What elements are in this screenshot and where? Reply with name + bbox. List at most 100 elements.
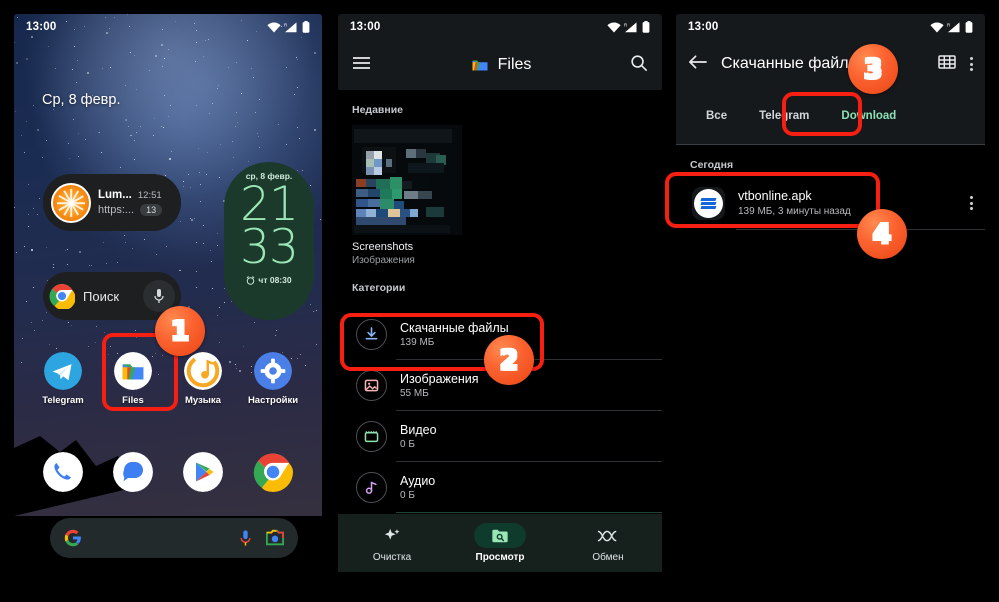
bottom-nav-clean[interactable]: Очистка bbox=[338, 523, 446, 563]
bottom-nav-share[interactable]: Обмен bbox=[554, 523, 662, 563]
grid-view-icon[interactable] bbox=[938, 54, 956, 75]
telegram-icon bbox=[44, 352, 82, 390]
battery-icon bbox=[965, 21, 973, 33]
file-text: vtbonline.apk 139 МБ, 3 минуты назад bbox=[738, 189, 957, 217]
more-vertical-icon[interactable] bbox=[970, 196, 973, 210]
dock-phone[interactable] bbox=[28, 452, 98, 492]
status-time: 13:00 bbox=[688, 21, 719, 33]
dock-play-store[interactable] bbox=[168, 452, 238, 492]
app-label: Настройки bbox=[247, 395, 299, 406]
dock-messages[interactable] bbox=[98, 452, 168, 492]
svg-text:R: R bbox=[624, 22, 627, 27]
phone-screen-homescreen: 13:00 R Ср, 8 февр. Lum... 12:51 https:.… bbox=[14, 14, 322, 588]
apk-vtb-icon bbox=[692, 186, 725, 220]
category-text: Аудио 0 Б bbox=[400, 474, 435, 501]
status-time: 13:00 bbox=[350, 21, 381, 33]
battery-icon bbox=[302, 21, 310, 33]
files-icon bbox=[114, 352, 152, 390]
bottom-nav-label: Просмотр bbox=[475, 552, 525, 563]
chrome-icon bbox=[49, 284, 75, 309]
play-store-icon bbox=[183, 452, 223, 492]
signal-roaming-icon: R bbox=[284, 21, 297, 32]
battery-icon bbox=[642, 21, 650, 33]
divider bbox=[396, 512, 662, 513]
category-text: Видео 0 Б bbox=[400, 423, 437, 450]
image-icon bbox=[356, 369, 387, 401]
music-icon bbox=[184, 352, 222, 390]
bottom-nav-browse[interactable]: Просмотр bbox=[446, 523, 554, 563]
signal-roaming-icon: R bbox=[947, 21, 960, 32]
svg-text:R: R bbox=[284, 22, 287, 27]
callout-badge-4: 4 bbox=[857, 209, 907, 259]
browse-folder-icon bbox=[474, 523, 526, 548]
bottom-nav-label: Очистка bbox=[372, 552, 412, 563]
recent-section-header: Недавние bbox=[352, 104, 404, 116]
app-settings[interactable]: Настройки bbox=[238, 352, 308, 406]
chrome-search-widget[interactable]: Поиск bbox=[43, 272, 181, 320]
file-row-vtbonline-apk[interactable]: vtbonline.apk 139 МБ, 3 минуты назад bbox=[676, 177, 985, 229]
video-icon bbox=[356, 420, 387, 452]
status-bar: 13:00 R bbox=[14, 14, 322, 40]
downloads-body: Сегодня vtbonline.apk 139 МБ, 3 минуты н… bbox=[676, 145, 985, 588]
chrome-icon bbox=[253, 452, 293, 492]
files-title: Files bbox=[497, 56, 532, 73]
tab-all[interactable]: Все bbox=[690, 102, 743, 130]
phone-icon bbox=[43, 452, 83, 492]
files-bottom-nav: Очистка Просмотр Обмен bbox=[338, 514, 662, 572]
wifi-icon bbox=[267, 22, 281, 32]
tab-telegram[interactable]: Telegram bbox=[743, 102, 825, 130]
signal-roaming-icon: R bbox=[624, 21, 637, 32]
app-telegram[interactable]: Telegram bbox=[28, 352, 98, 406]
category-label: Аудио bbox=[400, 473, 436, 488]
callout-badge-2: 2 bbox=[484, 335, 534, 385]
app-files[interactable]: Files bbox=[98, 352, 168, 406]
category-text: Изображения 55 МБ bbox=[400, 372, 479, 399]
audio-note-icon bbox=[356, 471, 387, 503]
clock-widget[interactable]: ср, 8 февр. 21 33 чт 08:30 bbox=[224, 162, 314, 320]
tab-download[interactable]: Download bbox=[825, 102, 912, 130]
status-bar: 13:00 R bbox=[676, 14, 985, 40]
notification-subtitle: https:... bbox=[98, 204, 135, 216]
microphone-icon[interactable] bbox=[239, 529, 252, 547]
messages-icon bbox=[113, 452, 153, 492]
app-music[interactable]: Музыка bbox=[168, 352, 238, 406]
orange-slice-icon bbox=[51, 182, 91, 223]
share-nearby-icon bbox=[582, 523, 634, 548]
back-arrow-icon[interactable] bbox=[688, 54, 707, 75]
notification-time: 12:51 bbox=[137, 189, 162, 201]
app-label: Files bbox=[122, 395, 144, 406]
app-label: Музыка bbox=[185, 395, 221, 406]
sparkle-clean-icon bbox=[366, 523, 418, 548]
app-grid: Telegram Files Музыка Настройки bbox=[28, 352, 308, 406]
phone-screen-files-app: 13:00 R Files Недавние Screenshots Изобр… bbox=[338, 14, 662, 588]
home-date-label: Ср, 8 февр. bbox=[42, 92, 121, 108]
category-row-video[interactable]: Видео 0 Б bbox=[338, 411, 662, 461]
notification-badge: 13 bbox=[140, 204, 163, 216]
download-icon bbox=[356, 318, 387, 350]
category-row-audio[interactable]: Аудио 0 Б bbox=[338, 462, 662, 512]
hamburger-menu-icon[interactable] bbox=[352, 56, 371, 75]
category-size: 55 МБ bbox=[400, 387, 429, 399]
search-icon[interactable] bbox=[630, 54, 648, 77]
callout-badge-1: 1 bbox=[155, 306, 205, 356]
google-lens-icon[interactable] bbox=[266, 529, 284, 547]
settings-gear-icon bbox=[254, 352, 292, 390]
dock bbox=[28, 452, 308, 492]
status-bar: 13:00 R bbox=[338, 14, 662, 40]
bottom-nav-label: Обмен bbox=[592, 552, 624, 563]
dock-chrome[interactable] bbox=[238, 452, 308, 492]
downloads-section-header: Сегодня bbox=[690, 159, 734, 171]
recent-card-screenshots[interactable]: Screenshots Изображения bbox=[352, 125, 462, 266]
more-vertical-icon[interactable] bbox=[970, 57, 973, 71]
downloads-app-bar: Скачанные файлы bbox=[676, 40, 985, 88]
callout-badge-3: 3 bbox=[848, 44, 898, 94]
alarm-time: чт 08:30 bbox=[258, 275, 292, 286]
category-size: 0 Б bbox=[400, 438, 415, 450]
files-title-wrap: Files bbox=[371, 55, 630, 75]
notification-widget[interactable]: Lum... 12:51 https:... 13 bbox=[43, 174, 181, 231]
app-label: Telegram bbox=[42, 395, 84, 406]
status-icons: R bbox=[930, 21, 973, 33]
google-search-bar[interactable] bbox=[50, 518, 298, 558]
alarm-clock-icon bbox=[247, 276, 255, 285]
status-time: 13:00 bbox=[26, 21, 57, 33]
